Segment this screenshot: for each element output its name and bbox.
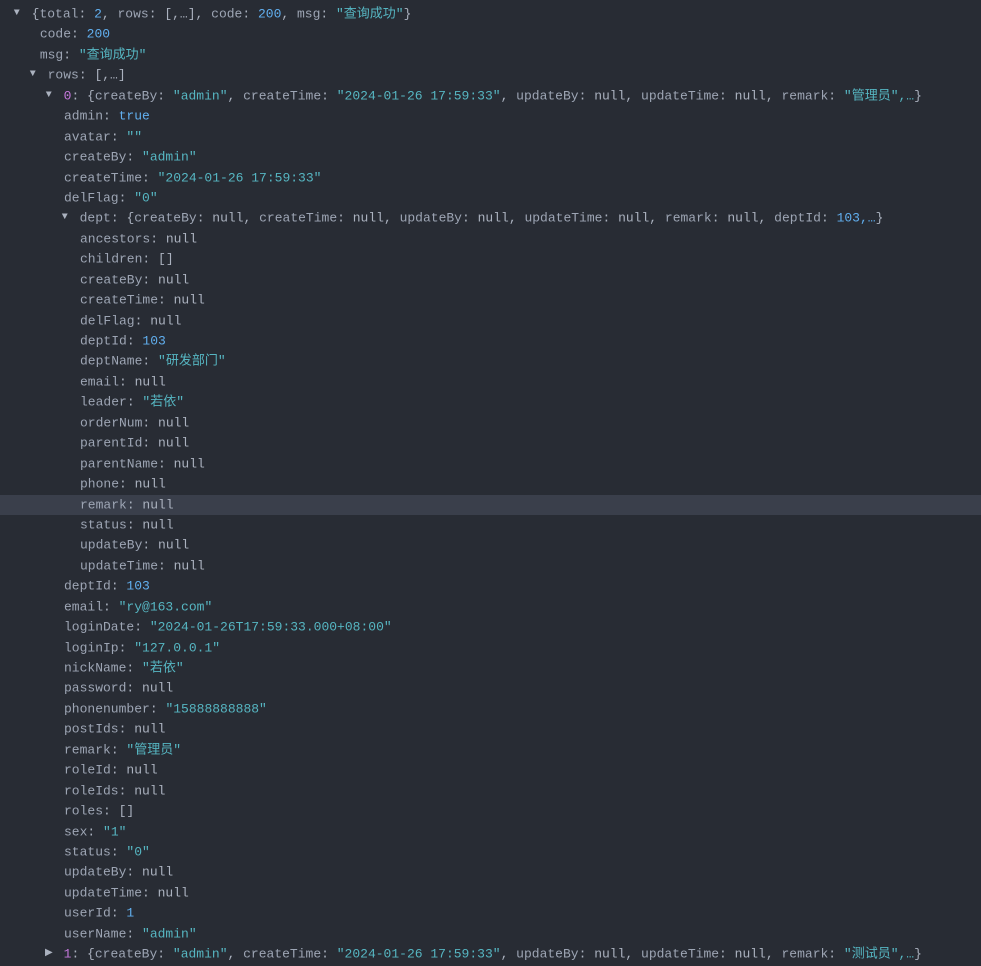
prop-row0-userId[interactable]: ▼userId: 1 — [0, 903, 981, 923]
prop-rows[interactable]: ▼ rows: [,…] — [0, 65, 981, 85]
prop-dept-createBy[interactable]: ▼createBy: null — [0, 270, 981, 290]
row0-summary: createBy: "admin", createTime: "2024-01-… — [95, 88, 914, 103]
prop-dept-remark[interactable]: ▼remark: null — [0, 495, 981, 515]
prop-dept-deptName[interactable]: ▼deptName: "研发部门" — [0, 351, 981, 371]
prop-row0-avatar[interactable]: ▼avatar: "" — [0, 127, 981, 147]
prop-dept-updateBy[interactable]: ▼updateBy: null — [0, 535, 981, 555]
dept-summary: createBy: null, createTime: null, update… — [134, 211, 875, 226]
prop-dept-updateTime[interactable]: ▼updateTime: null — [0, 556, 981, 576]
prop-dept[interactable]: ▼ dept: {createBy: null, createTime: nul… — [0, 208, 981, 228]
prop-dept-orderNum[interactable]: ▼orderNum: null — [0, 413, 981, 433]
prop-dept-createTime[interactable]: ▼createTime: null — [0, 290, 981, 310]
prop-row0-loginIp[interactable]: ▼loginIp: "127.0.0.1" — [0, 638, 981, 658]
prop-row0-remark[interactable]: ▼remark: "管理员" — [0, 740, 981, 760]
caret-down-icon[interactable]: ▼ — [12, 4, 22, 24]
prop-row0-userName[interactable]: ▼userName: "admin" — [0, 924, 981, 944]
rows-1-node[interactable]: ▶ 1: {createBy: "admin", createTime: "20… — [0, 944, 981, 964]
rows-0-node[interactable]: ▼ 0: {createBy: "admin", createTime: "20… — [0, 86, 981, 106]
prop-row0-updateTime[interactable]: ▼updateTime: null — [0, 883, 981, 903]
prop-row0-delFlag[interactable]: ▼delFlag: "0" — [0, 188, 981, 208]
prop-dept-status[interactable]: ▼status: null — [0, 515, 981, 535]
prop-row0-createTime[interactable]: ▼createTime: "2024-01-26 17:59:33" — [0, 168, 981, 188]
prop-row0-email[interactable]: ▼email: "ry@163.com" — [0, 597, 981, 617]
prop-dept-parentId[interactable]: ▼parentId: null — [0, 433, 981, 453]
prop-row0-nickName[interactable]: ▼nickName: "若依" — [0, 658, 981, 678]
caret-down-icon[interactable]: ▼ — [28, 65, 38, 85]
root-node[interactable]: ▼ {total: 2, rows: [,…], code: 200, msg:… — [0, 4, 981, 24]
prop-dept-email[interactable]: ▼email: null — [0, 372, 981, 392]
prop-dept-children[interactable]: ▼children: [] — [0, 249, 981, 269]
prop-row0-roleIds[interactable]: ▼roleIds: null — [0, 781, 981, 801]
caret-down-icon[interactable]: ▼ — [44, 86, 54, 106]
prop-row0-postIds[interactable]: ▼postIds: null — [0, 719, 981, 739]
prop-row0-password[interactable]: ▼password: null — [0, 678, 981, 698]
prop-msg[interactable]: ▼ msg: "查询成功" — [0, 45, 981, 65]
prop-row0-status[interactable]: ▼status: "0" — [0, 842, 981, 862]
prop-row0-roles[interactable]: ▼roles: [] — [0, 801, 981, 821]
caret-right-icon[interactable]: ▶ — [44, 944, 54, 964]
prop-dept-ancestors[interactable]: ▼ancestors: null — [0, 229, 981, 249]
prop-dept-delFlag[interactable]: ▼delFlag: null — [0, 311, 981, 331]
prop-dept-phone[interactable]: ▼phone: null — [0, 474, 981, 494]
prop-dept-parentName[interactable]: ▼parentName: null — [0, 454, 981, 474]
prop-code[interactable]: ▼ code: 200 — [0, 24, 981, 44]
prop-row0-sex[interactable]: ▼sex: "1" — [0, 822, 981, 842]
prop-row0-deptId[interactable]: ▼deptId: 103 — [0, 576, 981, 596]
prop-row0-updateBy[interactable]: ▼updateBy: null — [0, 862, 981, 882]
prop-dept-leader[interactable]: ▼leader: "若依" — [0, 392, 981, 412]
prop-row0-loginDate[interactable]: ▼loginDate: "2024-01-26T17:59:33.000+08:… — [0, 617, 981, 637]
row1-summary: createBy: "admin", createTime: "2024-01-… — [95, 947, 914, 962]
root-summary: total: 2, rows: [,…], code: 200, msg: "查… — [39, 6, 403, 21]
prop-row0-createBy[interactable]: ▼createBy: "admin" — [0, 147, 981, 167]
prop-row0-phonenumber[interactable]: ▼phonenumber: "15888888888" — [0, 699, 981, 719]
prop-row0-admin[interactable]: ▼admin: true — [0, 106, 981, 126]
prop-row0-roleId[interactable]: ▼roleId: null — [0, 760, 981, 780]
caret-down-icon[interactable]: ▼ — [60, 208, 70, 228]
json-tree: ▼ {total: 2, rows: [,…], code: 200, msg:… — [0, 0, 981, 966]
prop-dept-deptId[interactable]: ▼deptId: 103 — [0, 331, 981, 351]
